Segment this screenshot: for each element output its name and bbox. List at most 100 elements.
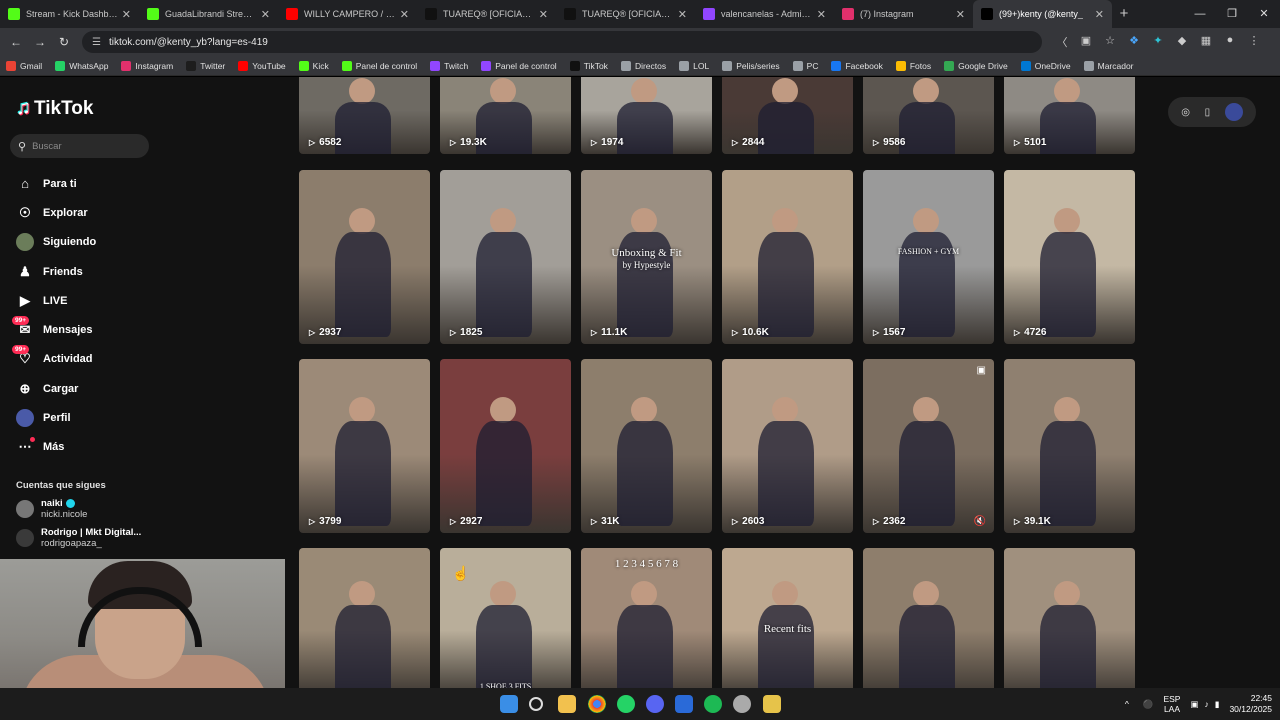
video-card[interactable]: ▷ 3799: [299, 359, 430, 533]
extension-icon[interactable]: ✦: [1146, 34, 1170, 50]
translate-icon[interactable]: 〈: [1050, 34, 1074, 50]
minimize-icon[interactable]: —: [1184, 0, 1216, 28]
browser-tab[interactable]: TUAREQ® [OFICIAL] - JE ✕: [417, 0, 556, 28]
bookmark-star-icon[interactable]: ☆: [1098, 34, 1122, 50]
browser-tab[interactable]: WILLY CAMPERO / Zapad ✕: [278, 0, 417, 28]
browser-tab[interactable]: valencanelas - Administra ✕: [695, 0, 834, 28]
video-card[interactable]: ▷ 10.6K: [722, 170, 853, 344]
new-tab-button[interactable]: +: [1112, 0, 1136, 28]
bookmark-item[interactable]: Marcador: [1083, 60, 1134, 71]
nav-item-actividad[interactable]: ♡ 99+ Actividad: [12, 345, 96, 374]
close-tab-icon[interactable]: ✕: [678, 8, 687, 21]
menu-dots-icon[interactable]: ⋮: [1242, 34, 1266, 50]
video-card[interactable]: [299, 548, 430, 688]
video-card[interactable]: [863, 548, 994, 688]
search-input[interactable]: ⚲ Buscar: [10, 134, 149, 158]
video-card[interactable]: ▷ 2603: [722, 359, 853, 533]
battery-icon[interactable]: ▮: [1215, 699, 1220, 710]
app-icon[interactable]: [675, 695, 693, 713]
nav-item-cargar[interactable]: ⊕ Cargar: [16, 374, 96, 403]
device-icon[interactable]: ▯: [1205, 107, 1211, 118]
video-card[interactable]: ▷ 5101: [1004, 77, 1135, 154]
video-card[interactable]: Unboxing & Fit by Hypestyle ▷ 11.1K: [581, 170, 712, 344]
video-card[interactable]: ▷ 1825: [440, 170, 571, 344]
browser-tab[interactable]: GuadaLibrandi Stream - Ki ✕: [139, 0, 278, 28]
discord-icon[interactable]: [646, 695, 664, 713]
video-card[interactable]: ▷ 1974: [581, 77, 712, 154]
nav-item-explorar[interactable]: ☉ Explorar: [16, 198, 96, 227]
start-icon[interactable]: [500, 695, 518, 713]
nav-item-live[interactable]: ▶ LIVE: [16, 286, 96, 315]
site-info-icon[interactable]: ☰: [92, 37, 101, 48]
chrome-icon[interactable]: [588, 695, 606, 713]
following-user-rodrigo[interactable]: Rodrigo | Mkt Digital... rodrigoapaza_: [16, 527, 141, 549]
bookmark-item[interactable]: Facebook: [831, 60, 883, 71]
browser-tab[interactable]: Stream - Kick Dashboard ✕: [0, 0, 139, 28]
video-card[interactable]: ▷ 31K: [581, 359, 712, 533]
video-card[interactable]: ▷ 19.3K: [440, 77, 571, 154]
video-card[interactable]: ▷ 39.1K: [1004, 359, 1135, 533]
bookmark-item[interactable]: PC: [792, 60, 818, 71]
nav-item-perfil[interactable]: ● Perfil: [16, 403, 96, 432]
video-card[interactable]: [1004, 548, 1135, 688]
clock[interactable]: 22:45 30/12/2025: [1229, 693, 1272, 715]
following-user-naiki[interactable]: naiki nicki.nicole: [16, 498, 87, 520]
bookmark-item[interactable]: Panel de control: [341, 60, 417, 71]
bookmark-item[interactable]: TikTok: [569, 60, 608, 71]
close-tab-icon[interactable]: ✕: [817, 8, 826, 21]
close-tab-icon[interactable]: ✕: [122, 8, 131, 21]
close-tab-icon[interactable]: ✕: [956, 8, 965, 21]
microphone-icon[interactable]: ⚫: [1143, 699, 1154, 710]
video-card[interactable]: ▷ 2844: [722, 77, 853, 154]
chevron-up-icon[interactable]: ^: [1125, 699, 1129, 709]
bookmark-item[interactable]: Pelis/series: [722, 60, 780, 71]
nav-item-mensajes[interactable]: ✉ 99+ Mensajes: [12, 315, 96, 344]
extension-icon[interactable]: ❖: [1122, 34, 1146, 50]
nav-item-siguiendo[interactable]: ● Siguiendo: [16, 228, 96, 257]
bookmark-item[interactable]: Kick: [298, 60, 329, 71]
bookmark-item[interactable]: Directos: [620, 60, 666, 71]
close-tab-icon[interactable]: ✕: [261, 8, 270, 21]
close-tab-icon[interactable]: ✕: [539, 8, 548, 21]
network-icon[interactable]: ▣: [1190, 699, 1198, 710]
profile-avatar-icon[interactable]: ●: [1218, 34, 1242, 50]
browser-tab[interactable]: (99+)kenty (@kenty_ ✕: [973, 0, 1112, 28]
bookmark-item[interactable]: Fotos: [895, 60, 931, 71]
nav-item-friends[interactable]: ♟ Friends: [16, 257, 96, 286]
forward-icon[interactable]: →: [28, 35, 52, 49]
obs-icon[interactable]: [733, 695, 751, 713]
browser-tab[interactable]: TUAREQ® [OFICIAL] - RE ✕: [556, 0, 695, 28]
bookmark-item[interactable]: LOL: [679, 60, 709, 71]
close-tab-icon[interactable]: ✕: [400, 8, 409, 21]
bookmark-item[interactable]: OneDrive: [1020, 60, 1071, 71]
bookmark-item[interactable]: Twitch: [430, 60, 468, 71]
video-card[interactable]: 1 2 3 4 5 6 7 8: [581, 548, 712, 688]
language-indicator[interactable]: ESP LAA: [1163, 694, 1180, 714]
spotify-icon[interactable]: [704, 695, 722, 713]
video-card[interactable]: FASHION + GYM ▷ 1567: [863, 170, 994, 344]
video-card[interactable]: ▷ 9586: [863, 77, 994, 154]
video-card[interactable]: ▷ 2937: [299, 170, 430, 344]
file-explorer-icon[interactable]: [558, 695, 576, 713]
muted-icon[interactable]: 🔇: [974, 516, 986, 527]
search-icon[interactable]: [529, 697, 543, 711]
reload-icon[interactable]: ↻: [52, 35, 76, 49]
nav-item-para-ti[interactable]: ⌂ Para ti: [16, 169, 96, 198]
maximize-icon[interactable]: ❐: [1216, 0, 1248, 28]
video-card[interactable]: ▣ 🔇 ▷ 2362: [863, 359, 994, 533]
url-input[interactable]: ☰ tiktok.com/@kenty_yb?lang=es-419: [82, 31, 1042, 53]
volume-icon[interactable]: ♪: [1205, 699, 1209, 709]
extension-icon[interactable]: ◆: [1170, 34, 1194, 50]
close-window-icon[interactable]: ✕: [1248, 0, 1280, 28]
extensions-puzzle-icon[interactable]: ▦: [1194, 34, 1218, 50]
app-icon[interactable]: [763, 695, 781, 713]
nav-item-más[interactable]: ⋯ Más: [16, 433, 96, 462]
video-card[interactable]: ▷ 2927: [440, 359, 571, 533]
install-app-icon[interactable]: ▣: [1074, 34, 1098, 50]
bookmark-item[interactable]: Panel de control: [481, 60, 557, 71]
video-card[interactable]: ▷ 6582: [299, 77, 430, 154]
back-icon[interactable]: ←: [4, 35, 28, 49]
video-card[interactable]: Recent fits: [722, 548, 853, 688]
coins-icon[interactable]: ◎: [1181, 107, 1190, 118]
whatsapp-icon[interactable]: [617, 695, 635, 713]
